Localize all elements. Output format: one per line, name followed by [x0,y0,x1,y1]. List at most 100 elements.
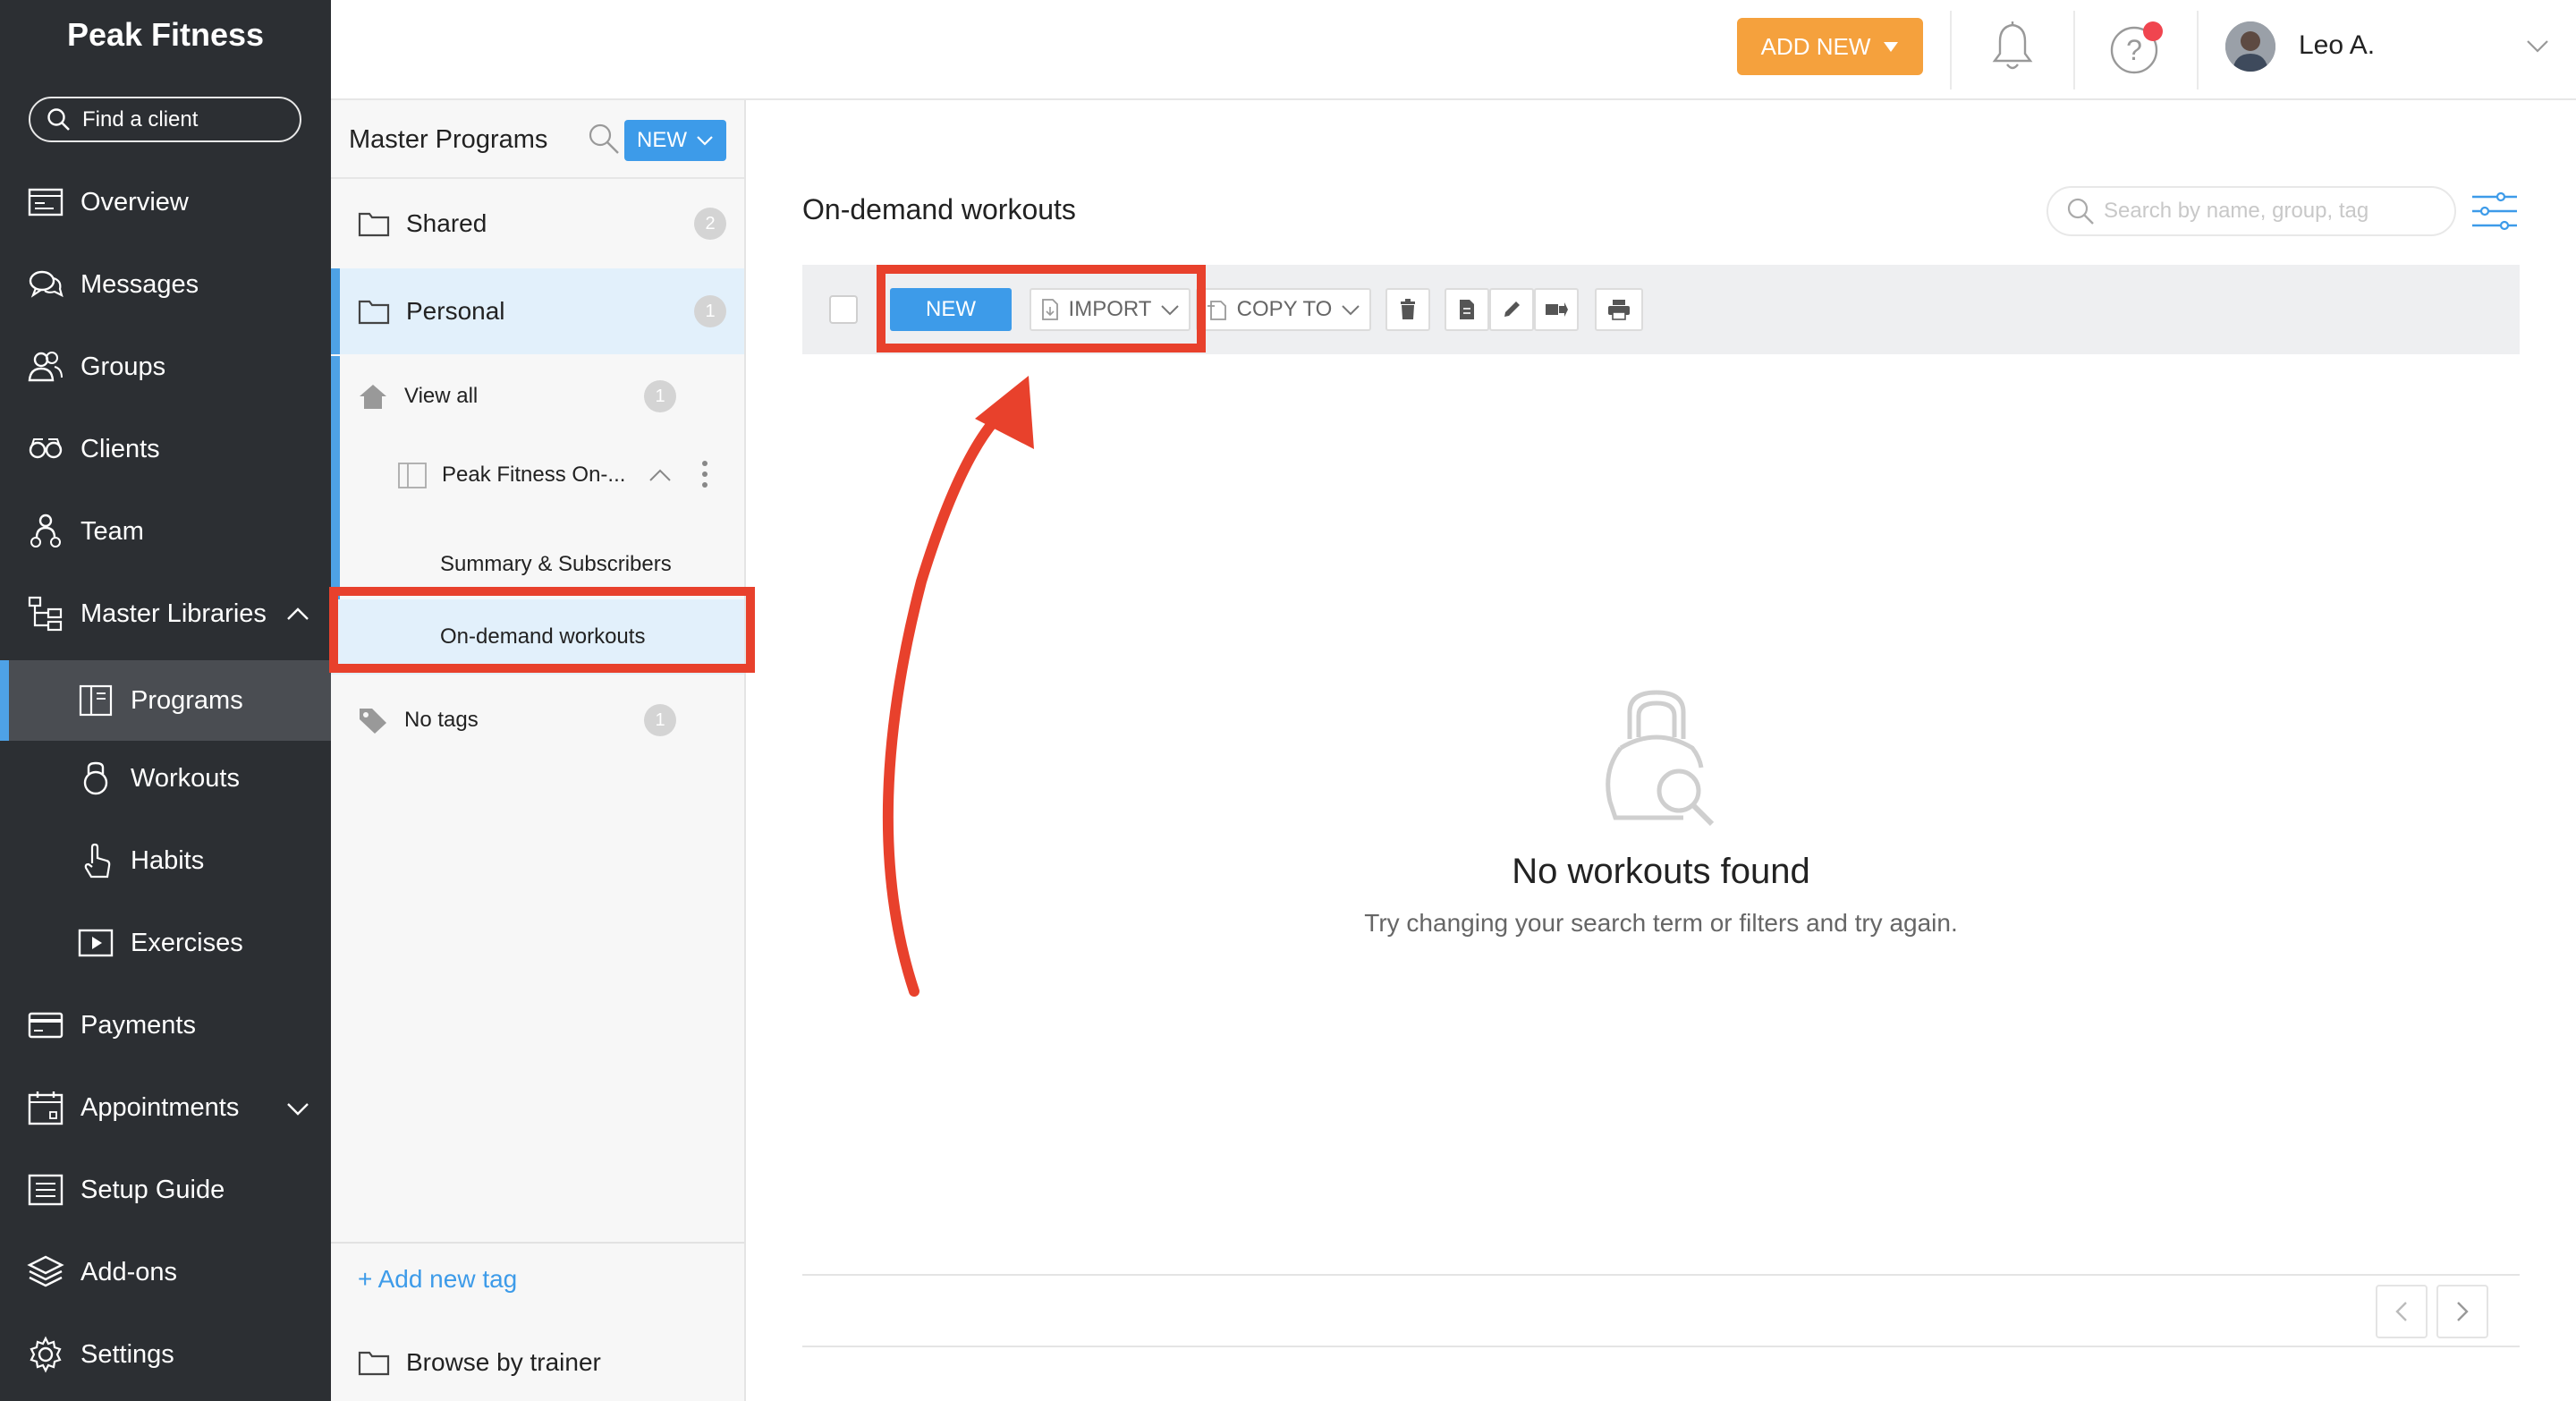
folder-icon [358,300,390,325]
program-item-label: Peak Fitness On-... [442,463,626,487]
nav-add-ons-label: Add-ons [80,1257,178,1286]
caret-down-icon [1884,42,1899,52]
no-tags-label: No tags [404,708,479,732]
search-input[interactable] [2104,199,2444,224]
more-vertical-icon[interactable] [699,458,710,490]
find-client-search[interactable]: Find a client [29,97,301,142]
nav-messages-label: Messages [80,269,199,299]
video-play-icon [77,924,114,962]
gear-icon [27,1336,64,1373]
nav-exercises[interactable]: Exercises [0,907,331,979]
add-new-label: ADD NEW [1760,32,1871,60]
svg-text:?: ? [2126,34,2142,66]
printer-icon [1608,300,1630,320]
copy-to-button[interactable]: COPY TO [1196,288,1371,331]
nav-setup-guide-label: Setup Guide [80,1175,225,1204]
print-button[interactable] [1595,288,1643,331]
search-icon [47,107,70,131]
nav-setup-guide[interactable]: Setup Guide [0,1154,331,1226]
document-icon [1460,300,1474,319]
folder-icon [358,1351,390,1376]
nav-add-ons[interactable]: Add-ons [0,1236,331,1308]
toolbar-new-button[interactable]: NEW [890,288,1012,331]
panel-divider [331,1242,744,1244]
program-item[interactable]: Peak Fitness On-... [331,437,744,514]
add-new-tag-link[interactable]: + Add new tag [358,1265,517,1294]
search-icon[interactable] [587,122,621,156]
nav-appointments-label: Appointments [80,1092,240,1122]
panel-new-label: NEW [637,128,687,152]
nav-programs-label: Programs [131,685,243,715]
user-name[interactable]: Leo A. [2299,30,2375,61]
chevron-down-icon[interactable] [284,1095,311,1122]
nav-settings[interactable]: Settings [0,1319,331,1390]
clients-icon [27,430,64,468]
nav-appointments[interactable]: Appointments [0,1072,331,1143]
count-badge: 1 [694,295,726,327]
empty-state-subtitle: Try changing your search term or filters… [1364,909,1958,937]
pagination-prev-button[interactable] [2376,1285,2428,1338]
duplicate-button[interactable] [1445,288,1489,331]
overview-icon [27,183,64,221]
nav-overview[interactable]: Overview [0,166,331,238]
nav-payments[interactable]: Payments [0,989,331,1061]
notifications-bell-icon[interactable] [1987,20,2038,73]
nav-workouts[interactable]: Workouts [0,743,331,814]
header-divider [2197,11,2199,89]
filter-sliders-icon[interactable] [2470,188,2519,234]
view-all-item[interactable]: View all 1 [331,358,744,435]
add-new-button[interactable]: ADD NEW [1737,18,1923,75]
folder-shared-label: Shared [406,209,487,237]
pagination-next-button[interactable] [2436,1285,2488,1338]
search-field[interactable] [2046,186,2456,236]
import-button[interactable]: IMPORT [1030,288,1191,331]
trash-icon [1401,299,1415,319]
header-divider [1950,11,1952,89]
summary-subscribers-label: Summary & Subscribers [440,552,672,576]
search-icon [2067,198,2094,225]
nav-habits[interactable]: Habits [0,825,331,896]
on-demand-workouts-label: On-demand workouts [440,624,646,649]
nav-master-libraries-label: Master Libraries [80,599,267,628]
help-question-icon[interactable]: ? [2109,20,2165,75]
folder-shared[interactable]: Shared 2 [331,181,744,267]
select-all-checkbox[interactable] [829,295,858,324]
main-sidebar: Peak Fitness Find a client Overview Mess… [0,0,331,1401]
hand-pointer-icon [77,842,114,879]
no-tags-item[interactable]: No tags 1 [331,682,744,759]
count-badge: 2 [694,208,726,240]
nav-workouts-label: Workouts [131,763,240,793]
on-demand-workouts-item[interactable]: On-demand workouts [331,599,744,675]
nav-clients-label: Clients [80,434,160,463]
panel-title: Master Programs [349,125,548,154]
import-label: IMPORT [1068,297,1152,321]
avatar[interactable] [2225,21,2275,72]
nav-groups[interactable]: Groups [0,331,331,403]
nav-programs[interactable]: Programs [0,660,331,741]
nav-habits-label: Habits [131,845,205,875]
nav-team[interactable]: Team [0,496,331,567]
nav-messages[interactable]: Messages [0,249,331,320]
workouts-toolbar: NEW IMPORT COPY TO [802,265,2520,354]
master-programs-panel: Master Programs NEW Shared 2 Personal 1 … [331,100,746,1401]
chevron-right-icon [2457,1302,2469,1321]
empty-state-title: No workouts found [1512,852,1810,891]
move-button[interactable] [1534,288,1579,331]
nav-master-libraries[interactable]: Master Libraries [0,578,331,650]
chevron-up-icon[interactable] [648,463,673,487]
chevron-up-icon[interactable] [284,601,311,628]
panel-header: Master Programs NEW [331,100,744,179]
table-bottom-line [802,1346,2520,1347]
chevron-down-icon[interactable] [2524,32,2551,59]
browse-by-trainer[interactable]: Browse by trainer [331,1322,744,1401]
copy-to-label: COPY TO [1236,297,1333,321]
folder-personal[interactable]: Personal 1 [331,268,744,354]
layers-icon [27,1253,64,1291]
team-icon [27,513,64,550]
panel-new-button[interactable]: NEW [624,120,726,161]
nav-clients[interactable]: Clients [0,413,331,485]
pencil-icon [1504,301,1520,317]
delete-button[interactable] [1385,288,1430,331]
brand-logo[interactable]: Peak Fitness [0,16,331,54]
edit-button[interactable] [1489,288,1534,331]
